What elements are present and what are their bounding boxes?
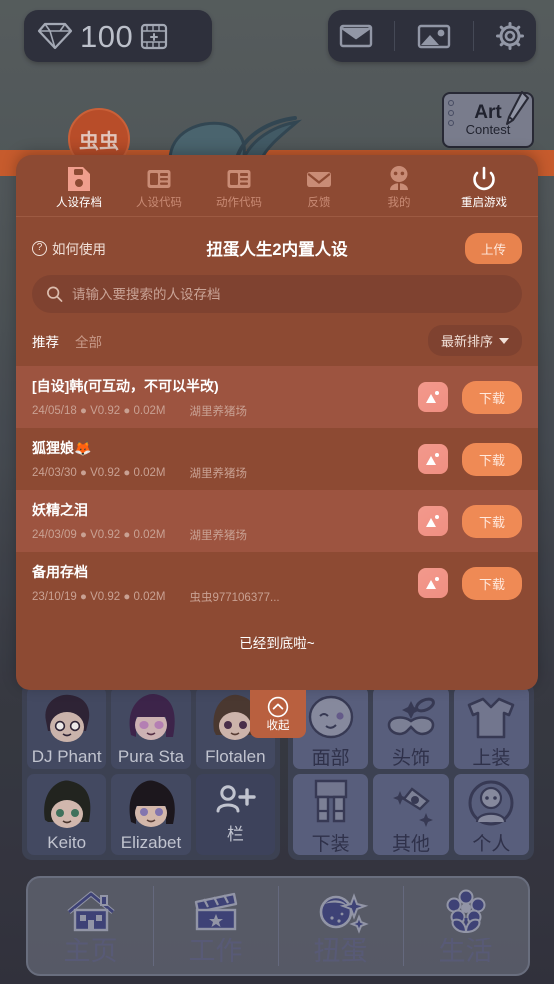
- action-code-icon: [227, 170, 251, 188]
- collapse-label: 收起: [266, 719, 290, 732]
- save-author: 湖里养猪场: [189, 467, 247, 480]
- list-end-message: 已经到底啦~: [239, 636, 315, 651]
- download-button[interactable]: 下载: [461, 504, 522, 538]
- table-row[interactable]: 狐狸娘🦊 24/03/30 ● V0.92 ● 0.02M 湖里养猪场 下载: [16, 428, 538, 490]
- filter-tab-all[interactable]: 全部: [75, 331, 102, 351]
- collapse-button[interactable]: 收起: [250, 690, 306, 738]
- save-meta: 23/10/19 ● V0.92 ● 0.02M 虫虫977106377...: [32, 589, 418, 605]
- tab-label: 反馈: [307, 197, 331, 209]
- save-file-icon: [68, 167, 90, 191]
- table-row[interactable]: 备用存档 23/10/19 ● V0.92 ● 0.02M 虫虫97710637…: [16, 552, 538, 614]
- tab-character-saves[interactable]: 人设存档: [39, 165, 119, 210]
- tab-character-code[interactable]: 人设代码: [119, 165, 199, 210]
- image-thumbnail-icon[interactable]: [417, 382, 448, 412]
- save-title: 妖精之泪: [32, 501, 88, 518]
- modal-title-row: ? 如何使用 扭蛋人生2内置人设 上传: [16, 217, 538, 265]
- search-icon: [47, 286, 63, 302]
- envelope-icon: [307, 172, 331, 187]
- profile-icon: [390, 166, 408, 190]
- mountain-glyph: [425, 515, 439, 527]
- restart-game-button[interactable]: 重启游戏: [444, 165, 524, 210]
- save-title: [自设]韩(可互动，不可以半改): [32, 377, 219, 394]
- chevron-up-circle-icon: [267, 696, 289, 717]
- sort-label: 最新排序: [440, 334, 493, 349]
- row-content: 备用存档 23/10/19 ● V0.92 ● 0.02M 虫虫97710637…: [32, 562, 418, 605]
- search-section: [16, 265, 538, 313]
- row-content: 妖精之泪 24/03/09 ● V0.92 ● 0.02M 湖里养猪场: [32, 500, 418, 543]
- restart-label: 重启游戏: [461, 197, 507, 209]
- row-content: 狐狸娘🦊 24/03/30 ● V0.92 ● 0.02M 湖里养猪场: [32, 438, 418, 481]
- save-meta: 24/03/30 ● V0.92 ● 0.02M 湖里养猪场: [32, 465, 418, 481]
- save-submeta: 24/05/18 ● V0.92 ● 0.02M: [32, 404, 166, 417]
- modal-nav-bar: 人设存档 人设代码 动作代码 反馈 我的 重启游戏: [16, 155, 538, 217]
- download-button[interactable]: 下载: [461, 442, 522, 476]
- image-thumbnail-icon[interactable]: [417, 568, 448, 598]
- table-row[interactable]: 妖精之泪 24/03/09 ● V0.92 ● 0.02M 湖里养猪场 下载: [16, 490, 538, 552]
- tab-label: 动作代码: [216, 197, 262, 209]
- image-thumbnail-icon[interactable]: [417, 444, 448, 474]
- filter-row: 推荐 全部 最新排序: [16, 313, 538, 366]
- save-meta: 24/03/09 ● V0.92 ● 0.02M 湖里养猪场: [32, 527, 418, 543]
- save-list[interactable]: [自设]韩(可互动，不可以半改) 24/05/18 ● V0.92 ● 0.02…: [16, 366, 538, 690]
- save-meta: 24/05/18 ● V0.92 ● 0.02M 湖里养猪场: [32, 403, 418, 419]
- tab-label: 人设存档: [56, 197, 102, 209]
- save-title: 备用存档: [32, 563, 88, 580]
- save-submeta: 24/03/09 ● V0.92 ● 0.02M: [32, 528, 166, 541]
- save-submeta: 23/10/19 ● V0.92 ● 0.02M: [32, 590, 166, 603]
- download-button[interactable]: 下载: [461, 380, 522, 414]
- upload-button[interactable]: 上传: [464, 232, 522, 264]
- filter-tab-recommended[interactable]: 推荐: [32, 331, 59, 351]
- save-author: 虫虫977106377...: [189, 591, 280, 604]
- mountain-glyph: [425, 577, 439, 589]
- save-submeta: 24/03/30 ● V0.92 ● 0.02M: [32, 466, 166, 479]
- download-button[interactable]: 下载: [461, 566, 522, 600]
- chevron-down-icon: [499, 337, 509, 344]
- row-content: [自设]韩(可互动，不可以半改) 24/05/18 ● V0.92 ● 0.02…: [32, 376, 418, 419]
- how-to-use-link[interactable]: ? 如何使用: [32, 238, 106, 258]
- character-code-icon: [147, 170, 171, 188]
- table-row[interactable]: [自设]韩(可互动，不可以半改) 24/05/18 ● V0.92 ● 0.02…: [16, 366, 538, 428]
- power-icon: [473, 166, 495, 191]
- mountain-glyph: [425, 391, 439, 403]
- save-author: 湖里养猪场: [189, 529, 247, 542]
- image-thumbnail-icon[interactable]: [417, 506, 448, 536]
- sort-dropdown[interactable]: 最新排序: [427, 325, 522, 356]
- tab-label: 我的: [387, 197, 411, 209]
- save-title: 狐狸娘🦊: [32, 439, 92, 456]
- search-input[interactable]: [71, 286, 508, 302]
- tab-action-code[interactable]: 动作代码: [199, 165, 279, 210]
- tab-feedback[interactable]: 反馈: [279, 165, 359, 210]
- search-box[interactable]: [32, 275, 522, 313]
- question-mark-icon: ?: [32, 240, 47, 256]
- mountain-glyph: [425, 453, 439, 465]
- tab-label: 人设代码: [136, 197, 182, 209]
- save-author: 湖里养猪场: [189, 405, 247, 418]
- tab-my-profile[interactable]: 我的: [359, 165, 439, 210]
- character-save-modal: 人设存档 人设代码 动作代码 反馈 我的 重启游戏 ? 如何使用 扭蛋人生2内置…: [16, 155, 538, 690]
- how-to-use-label: 如何使用: [52, 242, 106, 257]
